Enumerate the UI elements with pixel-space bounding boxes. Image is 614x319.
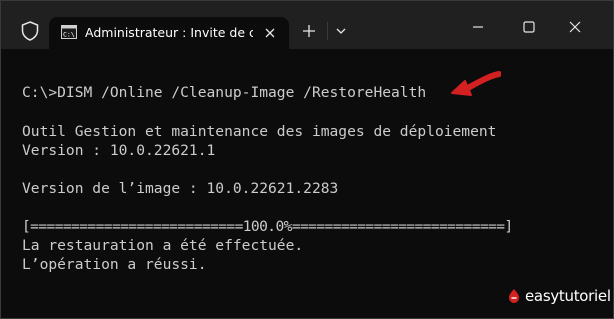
output-line: Outil Gestion et maintenance des images … xyxy=(22,123,497,140)
close-tab-icon[interactable] xyxy=(263,26,277,40)
tab-title: Administrateur : Invite de commandes xyxy=(85,25,253,40)
svg-text:C:\: C:\ xyxy=(63,31,75,39)
output-line: L’opération a réussi. xyxy=(22,256,207,273)
shield-icon xyxy=(21,21,39,41)
maximize-icon[interactable] xyxy=(522,20,536,34)
minimize-icon[interactable] xyxy=(471,20,485,34)
terminal-output[interactable]: C:\>DISM /Online /Cleanup-Image /Restore… xyxy=(1,49,613,318)
easytutoriel-logo-icon xyxy=(509,289,519,303)
command-line: C:\>DISM /Online /Cleanup-Image /Restore… xyxy=(22,84,427,101)
terminal-window: C:\ Administrateur : Invite de commandes… xyxy=(0,0,614,319)
watermark: easytutoriel xyxy=(507,285,611,307)
red-arrow-icon xyxy=(451,71,501,96)
command-prompt-icon: C:\ xyxy=(61,25,77,39)
output-line: Version : 10.0.22621.1 xyxy=(22,142,216,159)
close-icon[interactable] xyxy=(568,20,582,34)
tab-command-prompt[interactable]: C:\ Administrateur : Invite de commandes xyxy=(49,17,289,49)
tab-divider xyxy=(327,22,328,40)
chevron-down-icon[interactable] xyxy=(335,25,347,37)
output-line: La restauration a été effectuée. xyxy=(22,237,304,254)
title-bar: C:\ Administrateur : Invite de commandes xyxy=(1,1,613,49)
output-line: Version de l’image : 10.0.22621.2283 xyxy=(22,180,339,197)
watermark-text: easytutoriel xyxy=(525,287,611,305)
progress-bar-text: [==========================100.0%=======… xyxy=(22,218,513,235)
new-tab-icon[interactable] xyxy=(301,23,317,39)
